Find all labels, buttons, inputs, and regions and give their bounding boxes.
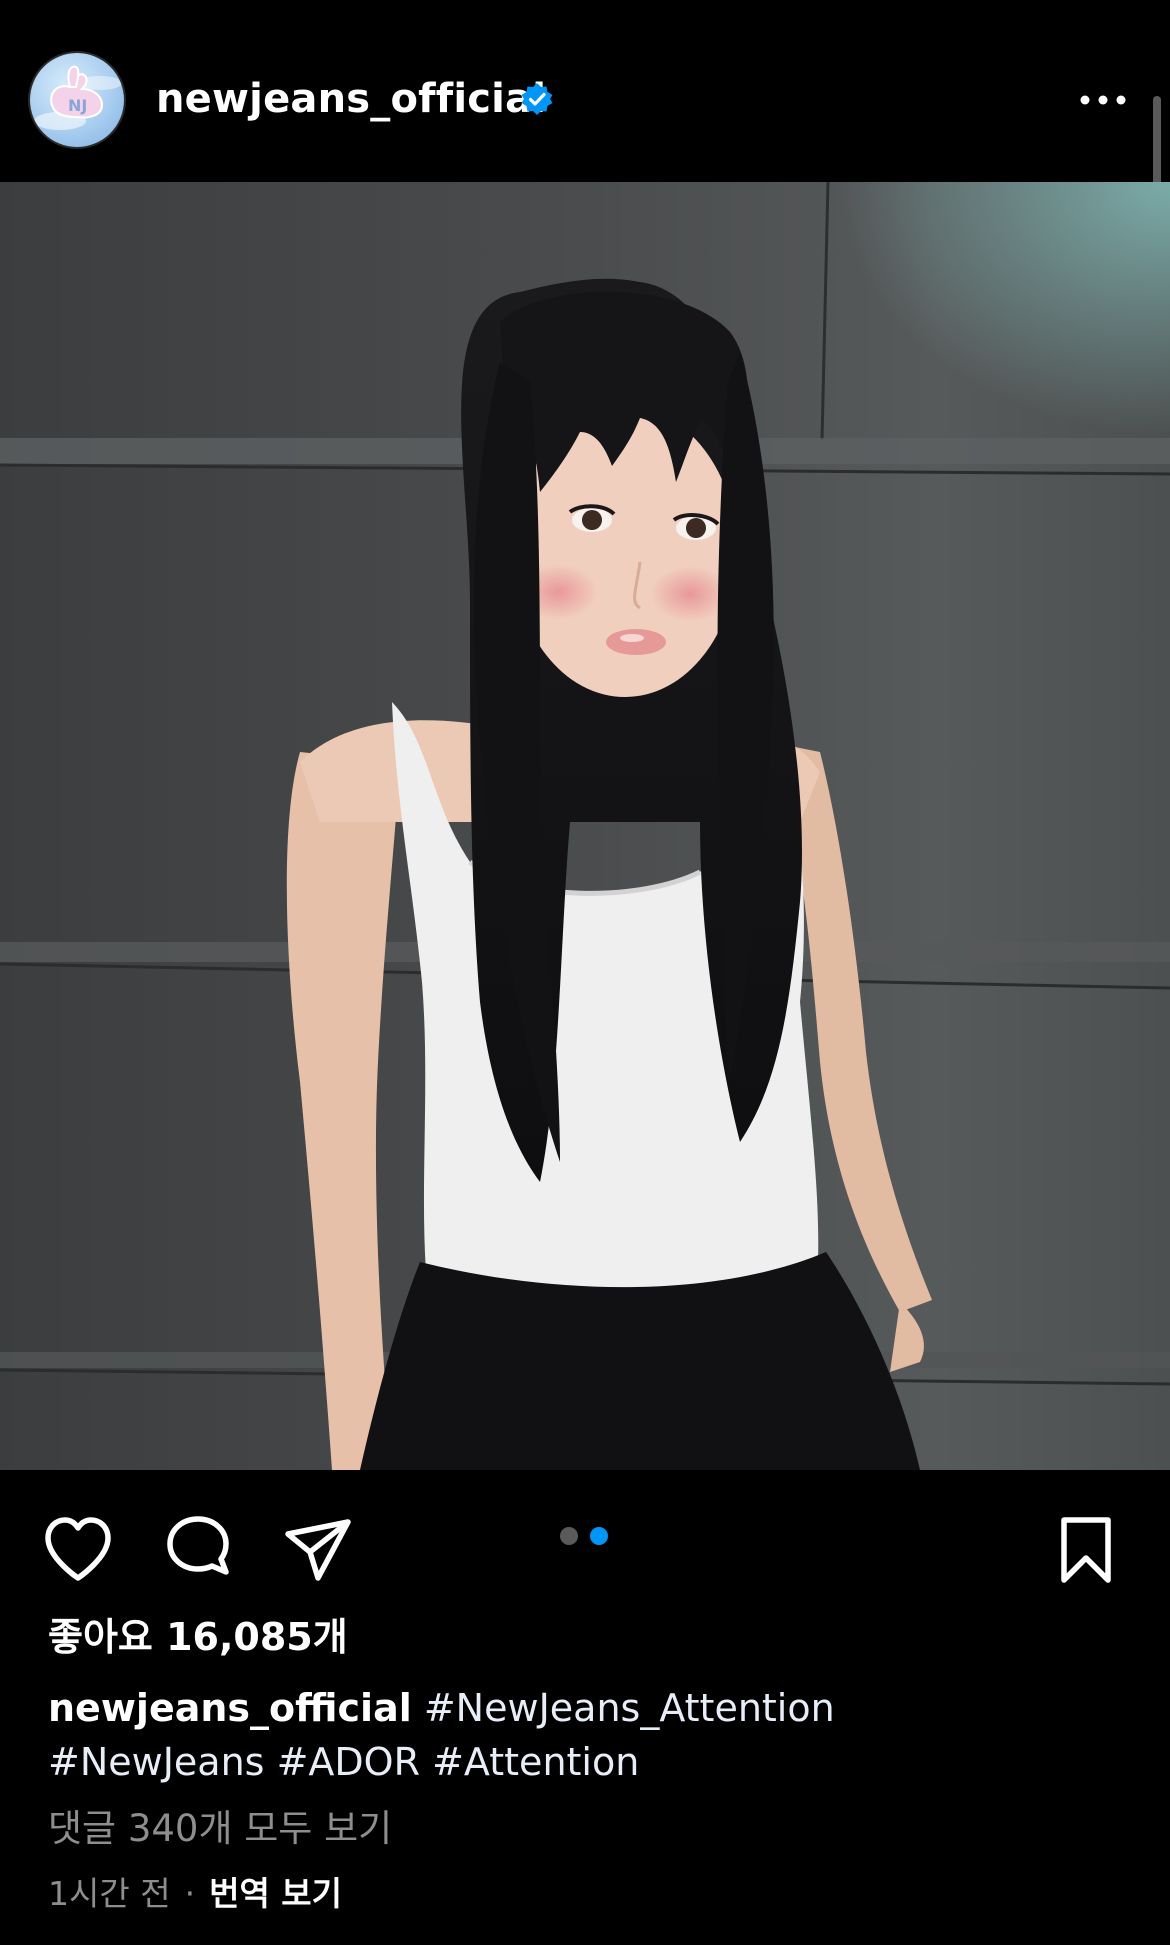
post-caption: newjeans_official #NewJeans_Attention #N… <box>48 1681 1128 1789</box>
post-meta: 1시간 전 · 번역 보기 <box>48 1870 342 1918</box>
hashtag[interactable]: #Attention <box>432 1740 639 1784</box>
action-bar <box>0 1470 1170 1610</box>
carousel-dot-2-active <box>590 1527 608 1545</box>
hashtag[interactable]: #ADOR <box>277 1740 420 1784</box>
post-header: NJ newjeans_official <box>0 0 1170 182</box>
heart-icon[interactable] <box>40 1512 116 1588</box>
hashtag[interactable]: #NewJeans_Attention <box>424 1686 835 1730</box>
comment-bubble-icon[interactable] <box>160 1512 236 1588</box>
translate-link[interactable]: 번역 보기 <box>209 1874 342 1913</box>
meta-separator: · <box>184 1874 196 1913</box>
like-count[interactable]: 좋아요 16,085개 <box>48 1612 348 1662</box>
post-timestamp: 1시간 전 <box>48 1874 171 1913</box>
caption-username[interactable]: newjeans_official <box>48 1686 412 1730</box>
bunny-logo-avatar-icon: NJ <box>34 65 122 130</box>
bookmark-icon[interactable] <box>1048 1512 1124 1588</box>
post-photo[interactable] <box>0 182 1170 1470</box>
post-photo-illustration <box>0 182 1170 1470</box>
view-all-comments-link[interactable]: 댓글 340개 모두 보기 <box>48 1804 392 1854</box>
paper-plane-icon[interactable] <box>280 1512 356 1588</box>
verified-badge-icon <box>521 83 553 115</box>
carousel-dot-1 <box>560 1527 578 1545</box>
hashtag[interactable]: #NewJeans <box>48 1740 264 1784</box>
more-horizontal-icon[interactable] <box>1078 85 1128 115</box>
header-username[interactable]: newjeans_official <box>156 74 546 124</box>
profile-avatar[interactable]: NJ <box>30 53 124 147</box>
svg-text:NJ: NJ <box>68 96 87 115</box>
